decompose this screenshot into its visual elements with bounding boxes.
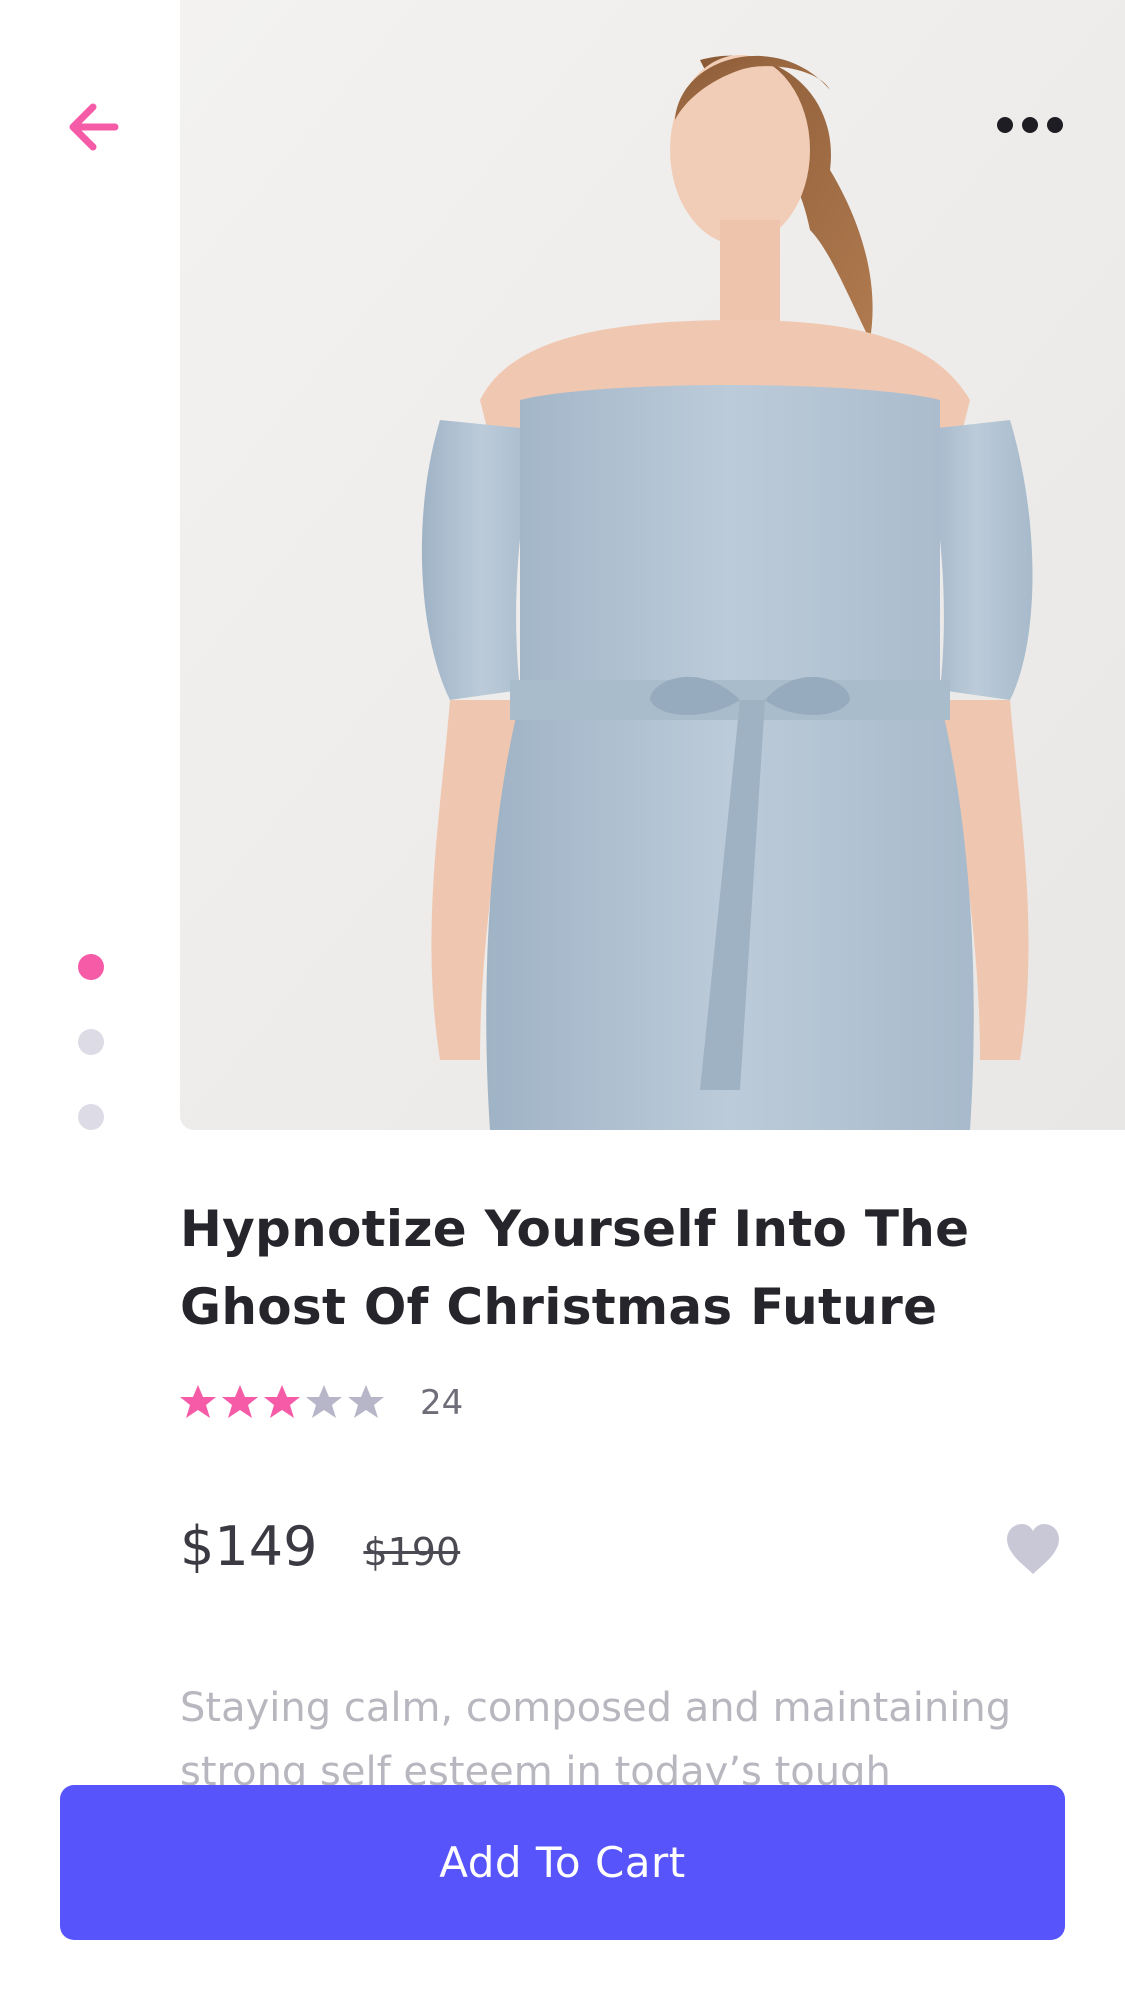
back-button[interactable] xyxy=(58,92,128,162)
carousel-dot[interactable] xyxy=(78,1029,104,1055)
star-filled-icon xyxy=(222,1385,258,1418)
star-filled-icon xyxy=(180,1385,216,1418)
product-photo-illustration xyxy=(180,0,1125,1130)
rating-stars xyxy=(178,1383,388,1423)
carousel-dot[interactable] xyxy=(78,954,104,980)
product-description: Staying calm, composed and maintaining s… xyxy=(180,1685,1012,1786)
more-horizontal-icon xyxy=(997,117,1063,133)
price-row: $149 $190 xyxy=(180,1515,460,1585)
arrow-left-icon xyxy=(69,103,119,151)
star-filled-icon xyxy=(264,1385,300,1418)
product-title: Hypnotize Yourself Into The Ghost Of Chr… xyxy=(180,1200,970,1336)
favorite-button[interactable] xyxy=(1003,1520,1063,1580)
product-image[interactable] xyxy=(180,0,1125,1130)
current-price: $149 xyxy=(180,1515,318,1578)
original-price: $190 xyxy=(363,1530,461,1574)
carousel-dot[interactable] xyxy=(78,1104,104,1130)
review-count: 24 xyxy=(420,1383,464,1423)
star-empty-icon xyxy=(348,1385,384,1418)
more-options-button[interactable] xyxy=(990,100,1070,150)
star-empty-icon xyxy=(306,1385,342,1418)
add-to-cart-button[interactable]: Add To Cart xyxy=(60,1785,1065,1940)
heart-icon xyxy=(1007,1524,1059,1574)
product-rating: 24 xyxy=(178,1380,463,1426)
image-carousel-indicator xyxy=(78,954,106,1179)
